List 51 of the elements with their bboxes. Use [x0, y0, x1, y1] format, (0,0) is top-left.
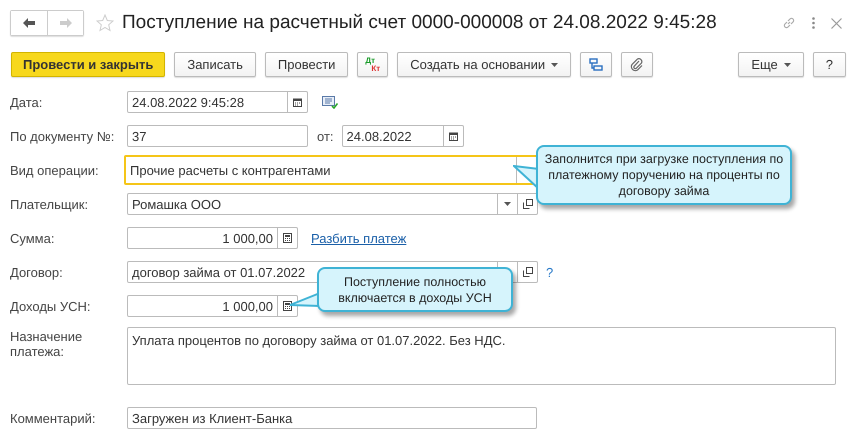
payer-field[interactable]: Ромашка ООО: [127, 193, 538, 215]
toolbar-button[interactable]: ?: [812, 52, 846, 77]
star-icon[interactable]: [96, 14, 114, 32]
field-label: Вид операции:: [10, 162, 100, 178]
window-title: Поступление на расчетный счет 0000-000008 от 24.08.2022 9:45:28: [122, 12, 718, 34]
usn-income-field[interactable]: 1 000,00: [127, 295, 298, 317]
help-link[interactable]: ?: [546, 264, 554, 280]
hierarchy-icon: [589, 58, 604, 72]
menu-button[interactable]: Еще: [738, 52, 804, 77]
amount-field[interactable]: 1 000,00: [127, 227, 298, 249]
field-label: Сумма:: [10, 230, 56, 246]
back-button[interactable]: [11, 11, 47, 35]
open-icon: [522, 199, 532, 209]
calculator-icon: [283, 233, 292, 243]
postings-button[interactable]: Дт Кт: [357, 52, 388, 77]
caret-icon: [784, 62, 791, 66]
field-label: Доходы УСН:: [10, 298, 92, 314]
toolbar-button[interactable]: Провести: [264, 52, 348, 77]
tooltip: Поступление полностью включается в доходы УСН: [317, 267, 513, 312]
forward-arrow-icon: [60, 18, 72, 28]
calculator-icon: [283, 301, 292, 311]
calendar-icon: [448, 132, 458, 140]
payment-purpose-field[interactable]: Уплата процентов по договору займа от 01.07.2022. Без НДС.: [127, 327, 836, 385]
attach-button[interactable]: [621, 52, 654, 77]
toolbar-button[interactable]: Записать: [174, 52, 256, 77]
back-arrow-icon: [23, 18, 35, 28]
calendar-icon: [293, 98, 302, 106]
field-label: Комментарий:: [10, 410, 96, 426]
field-label: Назначение платежа:: [10, 329, 84, 359]
field-label: от:: [317, 128, 334, 144]
structure-button[interactable]: [580, 52, 612, 77]
split-payment-link[interactable]: Разбить платеж: [311, 230, 406, 246]
document-number-field[interactable]: 37: [127, 125, 308, 147]
post-and-close-button[interactable]: Провести и закрыть: [11, 52, 166, 77]
document-check-icon[interactable]: [322, 96, 338, 108]
open-icon: [522, 267, 532, 277]
paperclip-icon: [630, 58, 644, 72]
field-label: По документу №:: [10, 128, 116, 144]
caret-icon: [551, 62, 558, 66]
document-date-field[interactable]: 24.08.2022: [342, 125, 464, 147]
close-icon[interactable]: [831, 18, 842, 28]
field-label: Плательщик:: [10, 196, 90, 212]
field-label: Договор:: [10, 264, 64, 280]
caret-icon: [504, 202, 511, 206]
menu-button[interactable]: Создать на основании: [397, 52, 572, 77]
field-label: Дата:: [10, 94, 44, 110]
tooltip: Заполнится при загрузке поступления по платежному поручению на проценты по договору займа: [536, 145, 792, 205]
more-icon[interactable]: [812, 17, 815, 29]
date-field[interactable]: 24.08.2022 9:45:28: [127, 91, 308, 113]
comment-field[interactable]: Загружен из Клиент-Банка: [127, 407, 537, 429]
operation-type-field[interactable]: Прочие расчеты с контрагентами: [124, 155, 538, 185]
